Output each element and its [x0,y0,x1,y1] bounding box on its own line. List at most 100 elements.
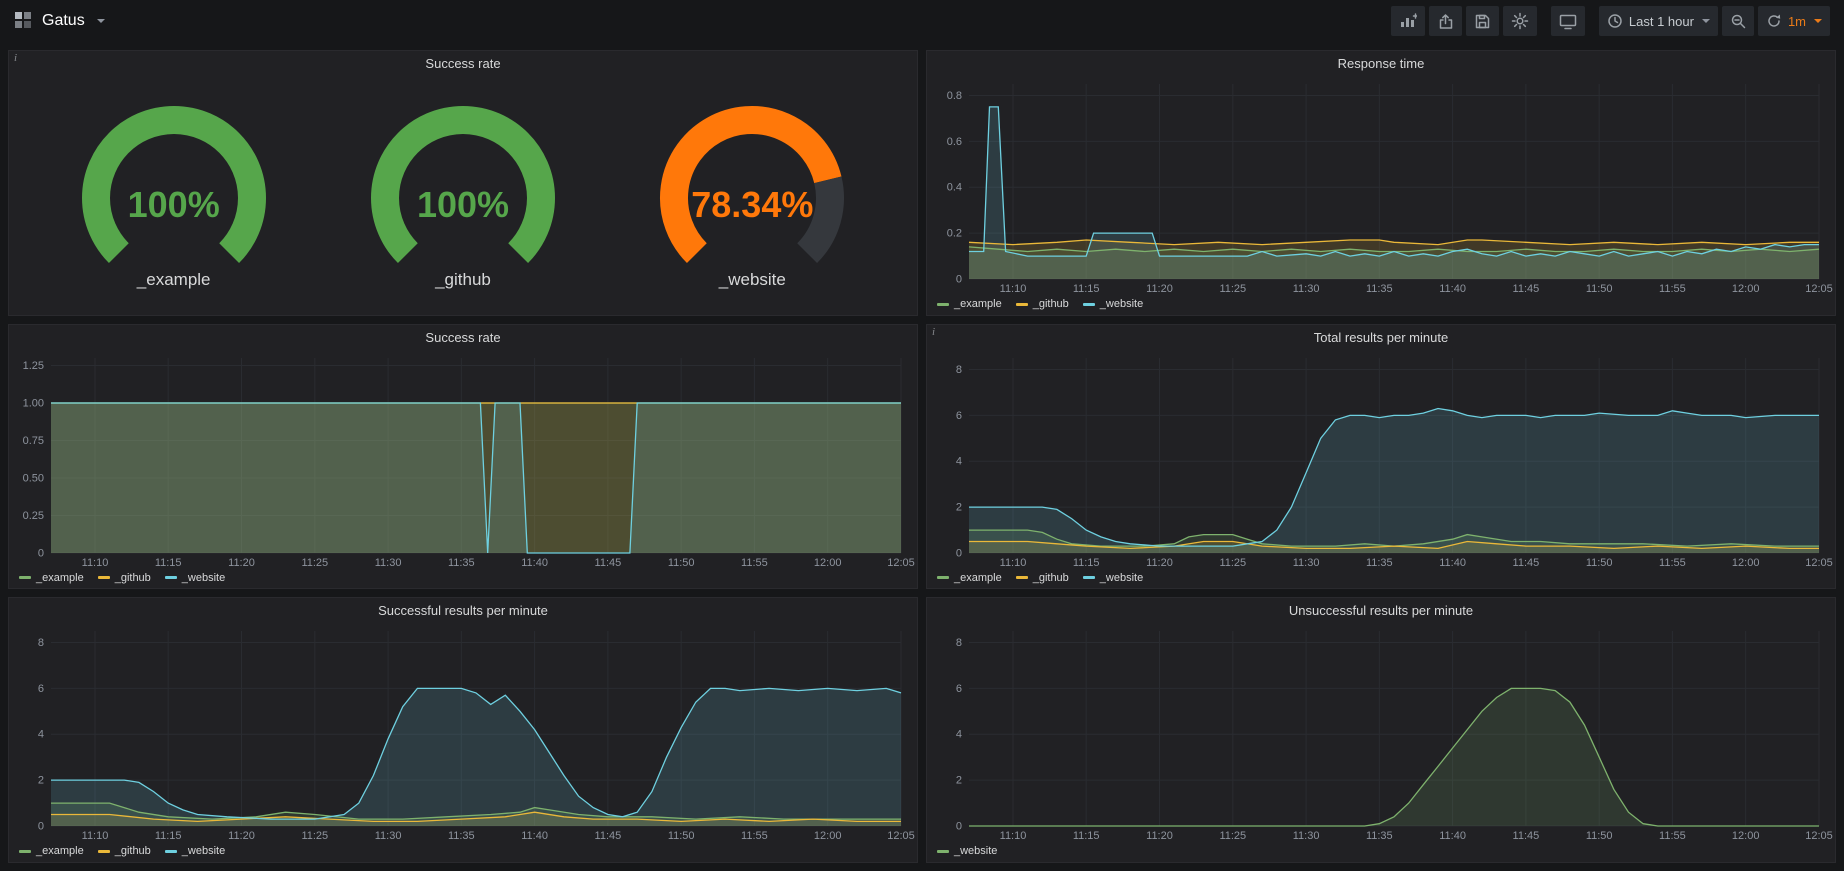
legend-item-_example[interactable]: _example [19,845,84,857]
legend-item-_example[interactable]: _example [937,298,1002,310]
panel-success-rate-timeseries: Success rate 00.250.500.751.001.2511:101… [8,324,918,590]
dashboard-title-dropdown[interactable]: Gatus [14,11,105,32]
legend-swatch [98,850,110,853]
legend-label: _github [1033,298,1069,310]
svg-text:12:05: 12:05 [1805,283,1833,295]
svg-text:11:40: 11:40 [1439,830,1466,842]
svg-text:11:50: 11:50 [1586,283,1613,295]
panel-unsuccessful-results: Unsuccessful results per minute 0246811:… [926,597,1836,863]
svg-text:2: 2 [956,501,962,513]
svg-text:8: 8 [956,364,962,376]
gauge-example: 100% _example [29,100,318,290]
panel-success-rate-gauges: i Success rate 100% _example 100% _githu… [8,50,918,316]
svg-text:0.25: 0.25 [23,510,44,522]
navbar: Gatus [0,0,1844,42]
panel-title[interactable]: Unsuccessful results per minute [1289,603,1473,618]
refresh-button[interactable]: 1m [1758,6,1830,36]
legend-swatch [1016,576,1028,579]
svg-text:0.8: 0.8 [947,90,962,102]
svg-text:12:00: 12:00 [1732,557,1760,569]
dashboard-grid-icon [14,11,32,32]
svg-text:0.75: 0.75 [23,435,44,447]
svg-text:8: 8 [38,637,44,649]
tv-mode-button[interactable] [1551,6,1585,36]
time-range-picker[interactable]: Last 1 hour [1599,6,1718,36]
legend-label: _example [954,572,1002,584]
legend-swatch [937,576,949,579]
gauge-value: 78.34% [608,184,897,226]
response-time-chart[interactable]: 00.20.40.60.811:1011:1511:2011:2511:3011… [933,76,1829,297]
svg-text:2: 2 [956,775,962,787]
legend-swatch [165,850,177,853]
share-button[interactable] [1429,6,1462,36]
zoom-out-button[interactable] [1722,6,1754,36]
legend-item-_github[interactable]: _github [1016,298,1069,310]
svg-text:11:50: 11:50 [668,830,695,842]
svg-text:12:05: 12:05 [1805,830,1833,842]
save-button[interactable] [1466,6,1499,36]
svg-text:11:30: 11:30 [1293,557,1320,569]
svg-text:6: 6 [38,683,44,695]
panel-title[interactable]: Response time [1338,56,1425,71]
svg-text:1.25: 1.25 [23,360,44,372]
svg-text:0: 0 [956,274,962,286]
svg-text:11:55: 11:55 [1659,830,1686,842]
chevron-down-icon [1814,19,1822,23]
panel-title[interactable]: Success rate [425,56,500,71]
panel-info-icon[interactable]: i [9,51,25,67]
chart-canvas[interactable]: 0246811:1011:1511:2011:2511:3011:3511:40… [933,350,1829,571]
svg-text:11:50: 11:50 [1586,557,1613,569]
successful-results-chart[interactable]: 0246811:1011:1511:2011:2511:3011:3511:40… [15,623,911,844]
svg-text:8: 8 [956,637,962,649]
chart-canvas[interactable]: 0246811:1011:1511:2011:2511:3011:3511:40… [15,623,911,844]
panel-title[interactable]: Successful results per minute [378,603,548,618]
panel-title[interactable]: Success rate [425,330,500,345]
svg-text:12:05: 12:05 [887,830,915,842]
svg-text:0.50: 0.50 [23,472,44,484]
svg-text:11:40: 11:40 [521,557,548,569]
svg-text:11:55: 11:55 [741,830,768,842]
legend-item-_example[interactable]: _example [937,572,1002,584]
chart-canvas[interactable]: 00.250.500.751.001.2511:1011:1511:2011:2… [15,350,911,571]
legend-label: _website [954,845,997,857]
panel-info-icon[interactable]: i [927,325,943,341]
svg-text:11:15: 11:15 [155,830,182,842]
panel-title[interactable]: Total results per minute [1314,330,1448,345]
refresh-interval-label[interactable]: 1m [1788,14,1806,29]
chart-canvas[interactable]: 00.20.40.60.811:1011:1511:2011:2511:3011… [933,76,1829,297]
svg-text:11:20: 11:20 [1146,557,1173,569]
svg-text:11:25: 11:25 [1219,283,1246,295]
svg-text:11:45: 11:45 [595,830,622,842]
legend-swatch [165,576,177,579]
success-rate-chart[interactable]: 00.250.500.751.001.2511:1011:1511:2011:2… [15,350,911,571]
settings-button[interactable] [1503,6,1537,36]
chart-canvas[interactable]: 0246811:1011:1511:2011:2511:3011:3511:40… [933,623,1829,844]
gauge-label: _website [608,270,897,290]
total-results-chart[interactable]: 0246811:1011:1511:2011:2511:3011:3511:40… [933,350,1829,571]
legend-item-_website[interactable]: _website [1083,298,1143,310]
svg-text:12:05: 12:05 [1805,557,1833,569]
svg-text:1.00: 1.00 [23,397,44,409]
svg-text:11:40: 11:40 [1439,283,1466,295]
legend-item-_website[interactable]: _website [165,845,225,857]
legend-item-_website[interactable]: _website [937,845,997,857]
legend-item-_website[interactable]: _website [1083,572,1143,584]
add-panel-button[interactable] [1391,6,1425,36]
svg-text:11:40: 11:40 [1439,557,1466,569]
svg-text:4: 4 [956,729,962,741]
legend-swatch [98,576,110,579]
svg-text:11:20: 11:20 [228,830,255,842]
unsuccessful-results-chart[interactable]: 0246811:1011:1511:2011:2511:3011:3511:40… [933,623,1829,844]
svg-text:11:10: 11:10 [82,557,109,569]
legend-item-_github[interactable]: _github [98,845,151,857]
panel-response-time: Response time 00.20.40.60.811:1011:1511:… [926,50,1836,316]
svg-text:4: 4 [38,729,44,741]
legend-item-_github[interactable]: _github [98,572,151,584]
svg-text:6: 6 [956,683,962,695]
legend-label: _example [954,298,1002,310]
legend-item-_example[interactable]: _example [19,572,84,584]
svg-text:11:30: 11:30 [375,830,402,842]
legend-item-_website[interactable]: _website [165,572,225,584]
svg-text:11:10: 11:10 [1000,557,1027,569]
legend-item-_github[interactable]: _github [1016,572,1069,584]
